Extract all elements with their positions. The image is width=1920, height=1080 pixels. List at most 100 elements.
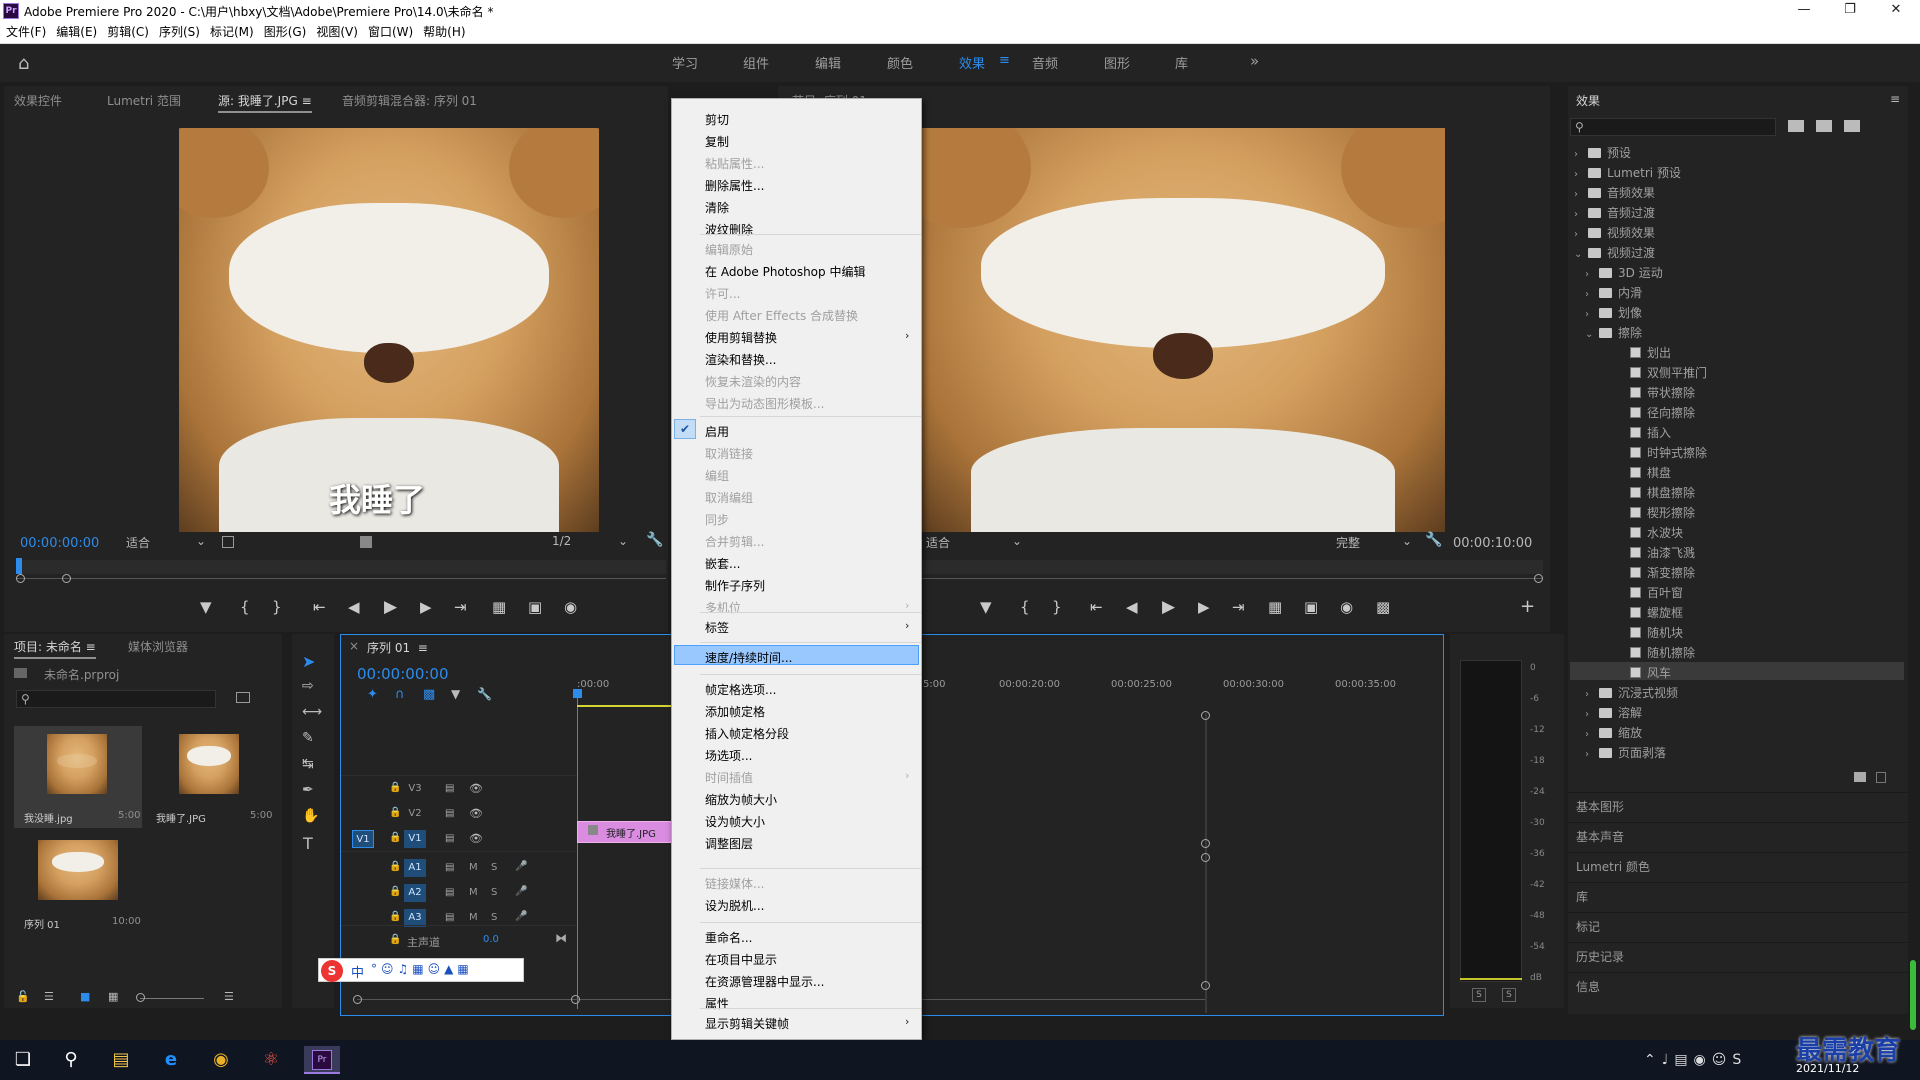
step-back-icon[interactable]: ◀ bbox=[348, 598, 360, 616]
context-menu-item[interactable]: 调整图层 bbox=[705, 835, 753, 852]
track-sync-icon[interactable]: ▤ bbox=[445, 833, 454, 844]
effects-menu-icon[interactable]: ≡ bbox=[1890, 92, 1900, 106]
track-eye-icon[interactable]: 👁 bbox=[469, 782, 483, 795]
sort-icon[interactable]: ☰ bbox=[224, 990, 234, 1003]
program-quality-dropdown[interactable]: 完整 ⌄ bbox=[1336, 534, 1416, 551]
effects-item[interactable]: 螺旋框 bbox=[1596, 604, 1683, 621]
workspace-tab[interactable]: 效果 bbox=[959, 53, 985, 72]
context-menu-item[interactable]: 制作子序列 bbox=[705, 577, 765, 594]
menu-item[interactable]: 序列(S) bbox=[154, 22, 205, 43]
workspace-tab[interactable]: 图形 bbox=[1104, 53, 1130, 72]
effects-folder[interactable]: › 内滑 bbox=[1585, 284, 1642, 301]
vscroll-top-handle[interactable] bbox=[1201, 711, 1210, 720]
effects-folder[interactable]: › 3D 运动 bbox=[1585, 264, 1663, 281]
master-volume-value[interactable]: 0.0 bbox=[483, 934, 499, 945]
project-item[interactable]: 我没睡.jpg 5:00 bbox=[14, 726, 142, 828]
context-menu-item[interactable]: 设为帧大小 bbox=[705, 813, 765, 830]
chevron-right-icon[interactable]: › bbox=[1585, 749, 1599, 760]
zoom-slider-handle[interactable] bbox=[136, 993, 145, 1002]
effects-folder[interactable]: › Lumetri 预设 bbox=[1574, 164, 1681, 181]
voiceover-mic-icon[interactable]: 🎤 bbox=[515, 886, 527, 897]
track-lock-icon[interactable]: 🔒 bbox=[389, 886, 401, 897]
linked-selection-icon[interactable]: ▩ bbox=[423, 687, 435, 702]
timeline-playhead[interactable] bbox=[577, 691, 578, 1009]
timeline-timecode[interactable]: 00:00:00:00 bbox=[357, 665, 449, 683]
track-label[interactable]: A1 bbox=[404, 859, 426, 877]
delete-icon[interactable] bbox=[1876, 772, 1886, 783]
program-add-marker-icon[interactable]: ▼ bbox=[980, 598, 992, 616]
effects-item[interactable]: 楔形擦除 bbox=[1596, 504, 1695, 521]
project-search-input[interactable]: ⚲ bbox=[16, 690, 216, 708]
freeform-view-icon[interactable]: ▦ bbox=[108, 990, 118, 1003]
hscroll-left-handle[interactable] bbox=[353, 995, 362, 1004]
maximize-button[interactable]: ❐ bbox=[1830, 0, 1870, 22]
export-frame-icon[interactable] bbox=[360, 536, 372, 548]
timeline-vertical-scrollbar[interactable] bbox=[1205, 713, 1207, 1013]
nest-toggle-icon[interactable]: ✦ bbox=[367, 687, 378, 702]
source-zoom-handle-right[interactable] bbox=[62, 574, 71, 583]
effects-folder[interactable]: ⌄ 擦除 bbox=[1585, 324, 1642, 341]
timeline-clip[interactable]: 我睡了.JPG bbox=[577, 821, 673, 843]
source-panel-tab[interactable]: 效果控件 bbox=[14, 92, 62, 111]
context-menu-item[interactable]: 重命名... bbox=[705, 929, 752, 946]
tab-project[interactable]: 项目: 未命名 ≡ bbox=[14, 638, 96, 659]
track-sync-icon[interactable]: ▤ bbox=[445, 862, 454, 873]
effects-item[interactable]: 随机块 bbox=[1596, 624, 1683, 641]
windows-start-icon[interactable]: ❏ bbox=[8, 1046, 38, 1074]
camera-icon[interactable]: ◉ bbox=[564, 598, 577, 616]
track-sync-icon[interactable]: ▤ bbox=[445, 808, 454, 819]
context-menu-item[interactable]: 属性 bbox=[705, 995, 729, 1012]
context-menu-item[interactable]: 场选项... bbox=[705, 747, 752, 764]
chevron-right-icon[interactable]: › bbox=[1585, 689, 1599, 700]
program-camera-icon[interactable]: ◉ bbox=[1340, 598, 1353, 616]
mark-out-icon[interactable]: } bbox=[272, 598, 282, 616]
effects-item[interactable]: 带状擦除 bbox=[1596, 384, 1695, 401]
program-time-ruler[interactable] bbox=[918, 560, 1543, 574]
solo-button[interactable]: S bbox=[491, 912, 497, 923]
chevron-right-icon[interactable]: › bbox=[1574, 229, 1588, 240]
tab-menu-icon[interactable]: ≡ bbox=[298, 94, 312, 108]
ripple-edit-tool-icon[interactable]: ⟷ bbox=[302, 704, 322, 720]
solo-left-button[interactable]: S bbox=[1472, 988, 1486, 1002]
workspace-tab[interactable]: 颜色 bbox=[887, 53, 913, 72]
source-patch-v1[interactable]: V1 bbox=[352, 830, 374, 848]
hscroll-right-handle[interactable] bbox=[571, 995, 580, 1004]
chevron-right-icon[interactable]: › bbox=[1574, 149, 1588, 160]
insert-icon[interactable]: ▦ bbox=[492, 598, 506, 616]
workspace-tab[interactable]: 编辑 bbox=[815, 53, 841, 72]
context-menu-item[interactable]: 删除属性... bbox=[705, 177, 764, 194]
add-marker-icon[interactable]: ▼ bbox=[200, 598, 212, 616]
button-editor-plus-icon[interactable]: + bbox=[1520, 596, 1535, 617]
chevron-right-icon[interactable]: › bbox=[1574, 209, 1588, 220]
ime-mode-label[interactable]: 中 bbox=[351, 962, 364, 981]
context-menu-item[interactable]: 在 Adobe Photoshop 中编辑 bbox=[705, 263, 865, 280]
razor-tool-icon[interactable]: ✎ bbox=[302, 730, 314, 746]
effects-item[interactable]: 径向擦除 bbox=[1596, 404, 1695, 421]
minimize-button[interactable]: — bbox=[1784, 0, 1824, 22]
program-zoom-handle[interactable] bbox=[1534, 574, 1543, 583]
home-icon[interactable]: ⌂ bbox=[18, 53, 29, 74]
workspace-tab[interactable]: 音频 bbox=[1032, 53, 1058, 72]
source-zoom-handle-left[interactable] bbox=[16, 574, 25, 583]
effects-item[interactable]: 棋盘擦除 bbox=[1596, 484, 1695, 501]
overwrite-icon[interactable]: ▣ bbox=[528, 598, 542, 616]
effects-folder[interactable]: › 视频效果 bbox=[1574, 224, 1655, 241]
track-label[interactable]: A2 bbox=[404, 884, 426, 902]
effects-folder[interactable]: › 音频效果 bbox=[1574, 184, 1655, 201]
ime-tool-icons[interactable]: °☺♫▦☺▲▦ bbox=[371, 962, 473, 976]
program-zoom-bar[interactable] bbox=[918, 578, 1543, 579]
workspace-tab[interactable]: 学习 bbox=[672, 53, 698, 72]
mute-button[interactable]: M bbox=[469, 862, 478, 873]
vscroll-bottom-handle[interactable] bbox=[1201, 981, 1210, 990]
program-step-forward-icon[interactable]: ▶ bbox=[1198, 598, 1210, 616]
track-lock-icon[interactable]: 🔒 bbox=[389, 782, 401, 793]
context-menu-item[interactable]: 清除 bbox=[705, 199, 729, 216]
source-resolution-dropdown[interactable]: 1/2 ⌄ bbox=[552, 534, 632, 548]
program-mark-in-icon[interactable]: { bbox=[1020, 598, 1030, 616]
chevron-right-icon[interactable]: › bbox=[1585, 309, 1599, 320]
effects-item[interactable]: 百叶窗 bbox=[1596, 584, 1683, 601]
zoom-slider[interactable] bbox=[140, 998, 204, 999]
hand-tool-icon[interactable]: ✋ bbox=[302, 808, 319, 824]
type-tool-icon[interactable]: T bbox=[303, 834, 313, 853]
chevron-right-icon[interactable]: › bbox=[1585, 269, 1599, 280]
